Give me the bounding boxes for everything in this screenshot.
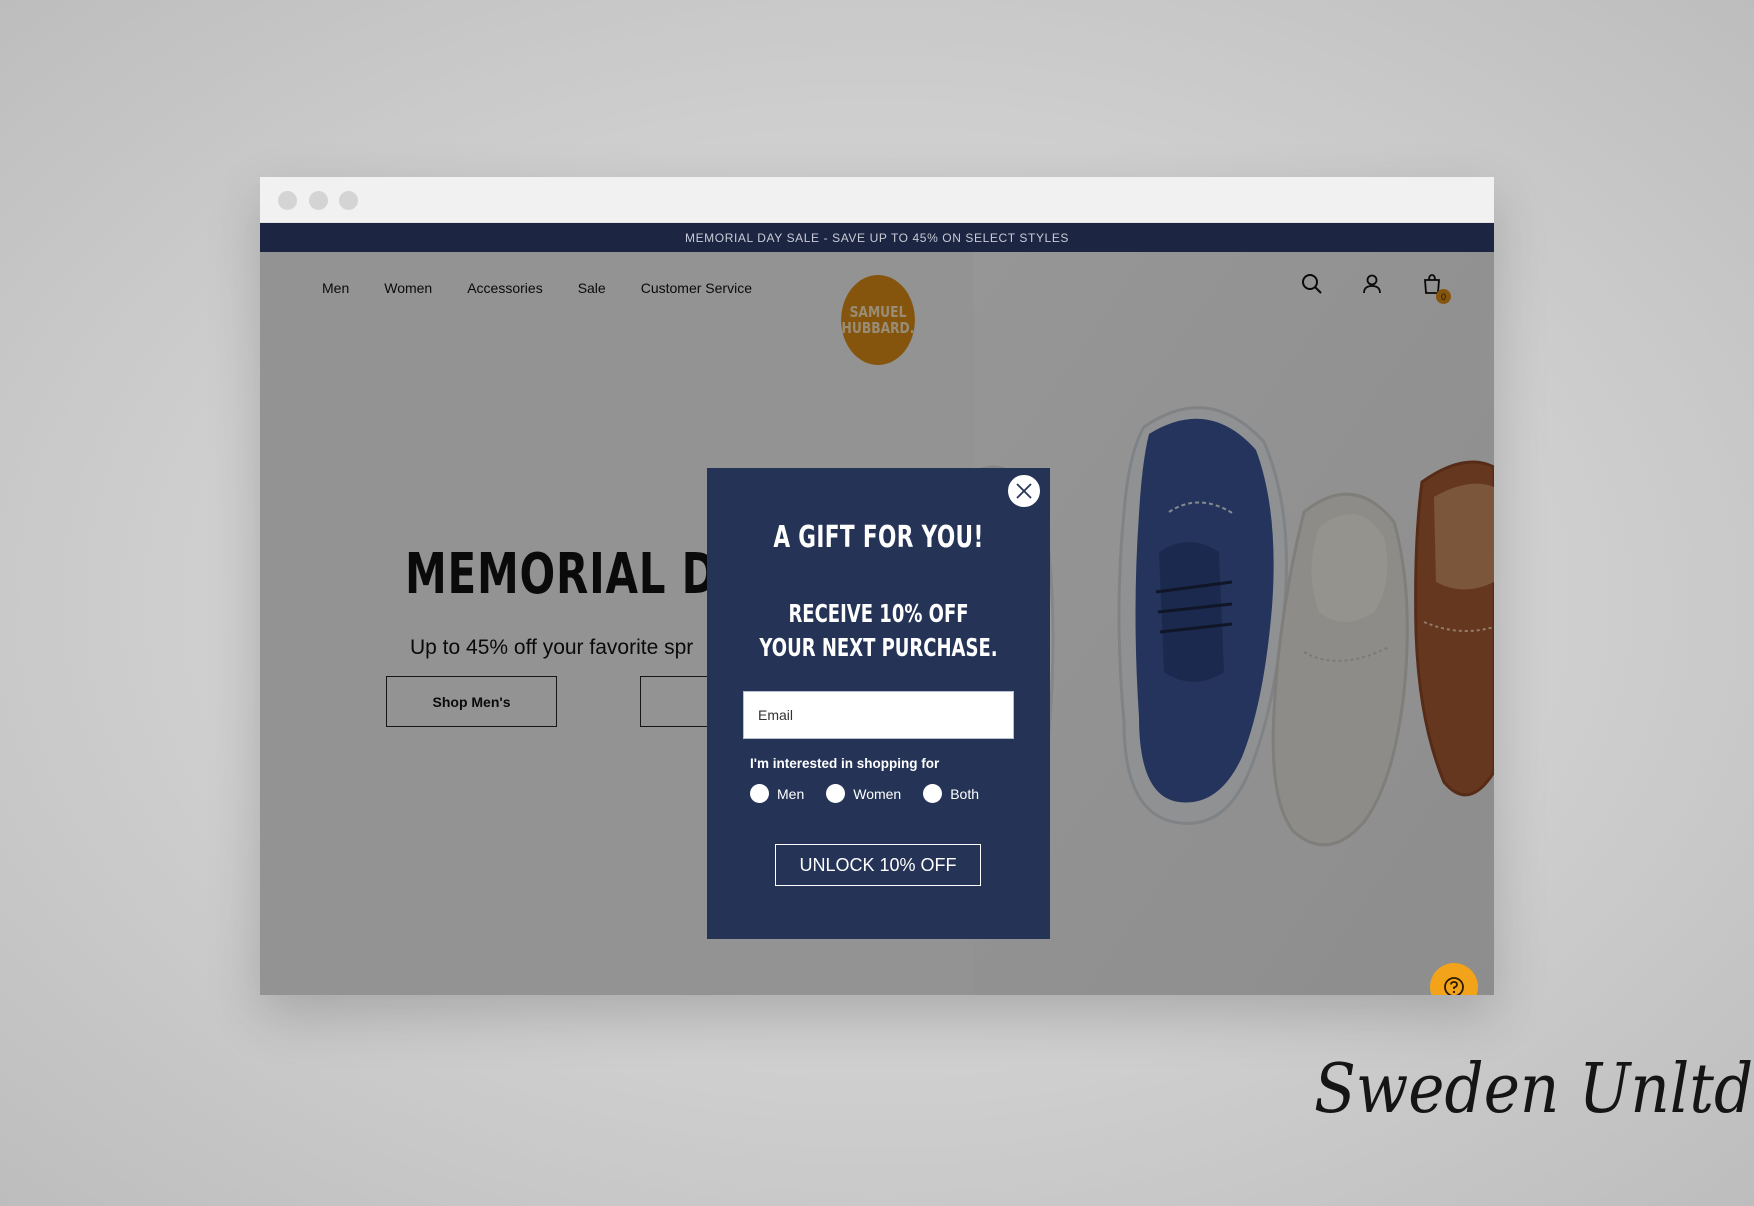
browser-chrome (260, 177, 1494, 223)
window-close-dot[interactable] (278, 191, 297, 210)
promo-text: MEMORIAL DAY SALE - SAVE UP TO 45% ON SE… (684, 230, 1070, 245)
radio-men[interactable]: Men (750, 784, 804, 803)
window-minimize-dot[interactable] (309, 191, 328, 210)
offer-line2: YOUR NEXT PURCHASE. (759, 633, 998, 662)
offer-line1: RECEIVE 10% OFF (788, 599, 969, 628)
window-maximize-dot[interactable] (339, 191, 358, 210)
modal-title: A GIFT FOR YOU! (773, 520, 984, 555)
radio-circle[interactable] (923, 784, 943, 803)
radio-circle[interactable] (826, 784, 846, 803)
site-page: Men Women Accessories Sale Customer Serv… (260, 252, 1494, 995)
radio-label: Men (777, 785, 805, 802)
browser-window: MEMORIAL DAY SALE - SAVE UP TO 45% ON SE… (260, 177, 1494, 995)
help-icon (1444, 977, 1464, 995)
promo-bar: MEMORIAL DAY SALE - SAVE UP TO 45% ON SE… (260, 223, 1494, 252)
radio-label: Women (853, 785, 902, 802)
radio-circle[interactable] (750, 784, 769, 803)
unlock-discount-button[interactable]: UNLOCK 10% OFF (775, 844, 981, 886)
watermark-signature: Sweden Unltd (1314, 1050, 1754, 1129)
radio-women[interactable]: Women (826, 784, 901, 803)
close-icon (1016, 483, 1032, 499)
radio-both[interactable]: Both (923, 784, 979, 803)
email-field[interactable] (743, 691, 1014, 739)
gift-popup-modal: A GIFT FOR YOU! RECEIVE 10% OFF YOUR NEX… (707, 468, 1050, 939)
close-button[interactable] (1007, 474, 1041, 508)
interest-label: I'm interested in shopping for (750, 756, 940, 771)
radio-label: Both (950, 785, 980, 802)
modal-offer-text: RECEIVE 10% OFF YOUR NEXT PURCHASE. (755, 597, 1002, 665)
interest-options: Men Women Both (750, 784, 1001, 803)
